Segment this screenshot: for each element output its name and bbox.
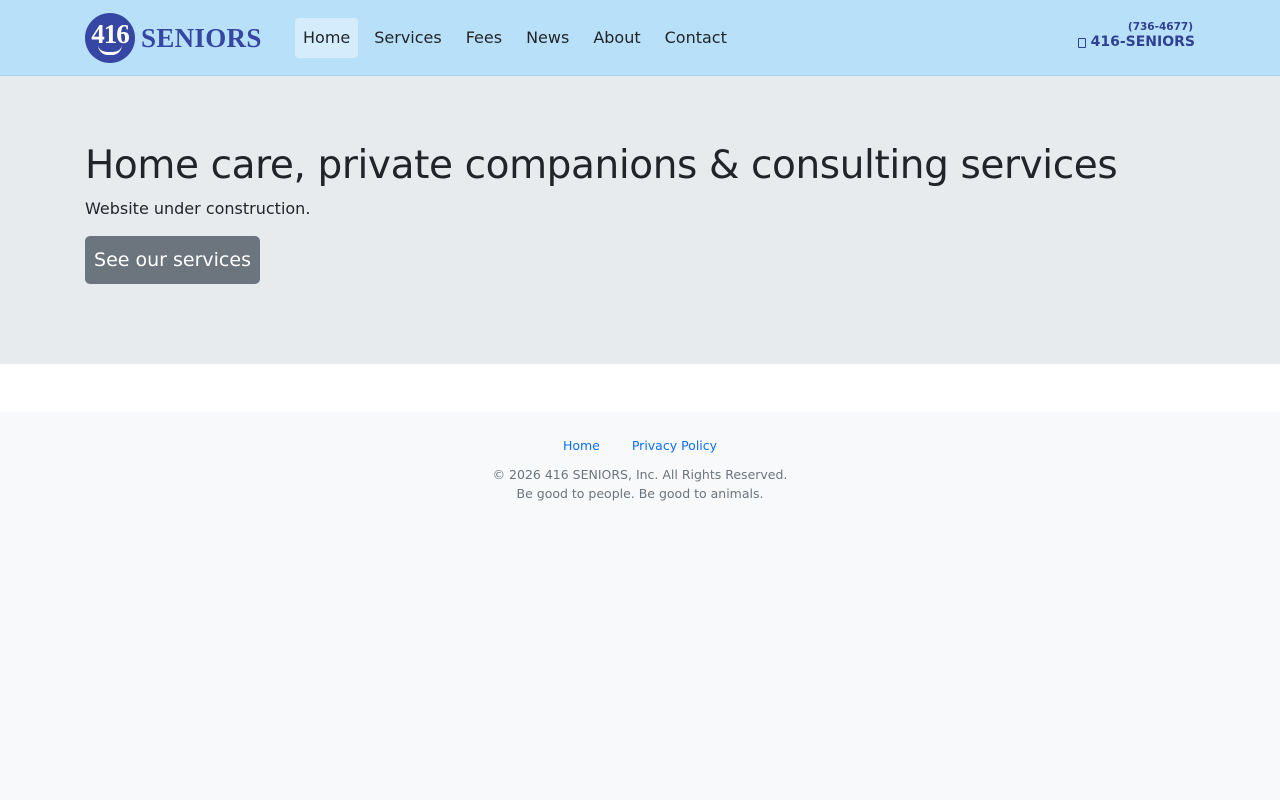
phone-vanity-number: 416-SENIORS — [1090, 34, 1195, 50]
brand-wordmark: SENIORS — [141, 22, 262, 53]
tagline-text: Be good to people. Be good to animals. — [516, 486, 764, 501]
footer-link-privacy-policy[interactable]: Privacy Policy — [616, 438, 733, 454]
site-footer: Home Privacy Policy © 2026 416 SENIORS, … — [0, 412, 1280, 800]
nav-item-news[interactable]: News — [518, 18, 577, 58]
nav-item-services[interactable]: Services — [366, 18, 449, 58]
phone-contact[interactable]: (736-4677) 416-SENIORS — [1077, 21, 1195, 51]
footer-nav: Home Privacy Policy — [0, 438, 1280, 454]
hero-title: Home care, private companions & consulti… — [85, 143, 1118, 188]
copyright-text: © 2026 416 SENIORS, Inc. All Rights Rese… — [492, 467, 788, 482]
site-header: 416 SENIORS Home Services Fees News Abou… — [0, 0, 1280, 76]
nav-item-contact[interactable]: Contact — [657, 18, 735, 58]
hero-lead-text: Website under construction. — [85, 199, 311, 218]
see-services-button[interactable]: See our services — [85, 236, 260, 284]
phone-digits: (736-4677) — [1127, 21, 1193, 33]
nav-item-home[interactable]: Home — [295, 18, 359, 58]
content-spacer — [0, 364, 1280, 412]
hero-section: Home care, private companions & consulti… — [0, 76, 1280, 364]
main-nav: Home Services Fees News About Contact — [295, 18, 743, 58]
brand-logo-link[interactable]: 416 SENIORS — [85, 13, 262, 63]
smile-icon — [98, 45, 122, 55]
nav-item-about[interactable]: About — [585, 18, 648, 58]
footer-copyright-block: © 2026 416 SENIORS, Inc. All Rights Rese… — [0, 465, 1280, 503]
footer-link-home[interactable]: Home — [547, 438, 616, 454]
nav-item-fees[interactable]: Fees — [458, 18, 510, 58]
brand-logo-badge: 416 — [85, 13, 135, 63]
phone-icon — [1077, 37, 1086, 48]
phone-vanity-line: 416-SENIORS — [1077, 34, 1195, 51]
